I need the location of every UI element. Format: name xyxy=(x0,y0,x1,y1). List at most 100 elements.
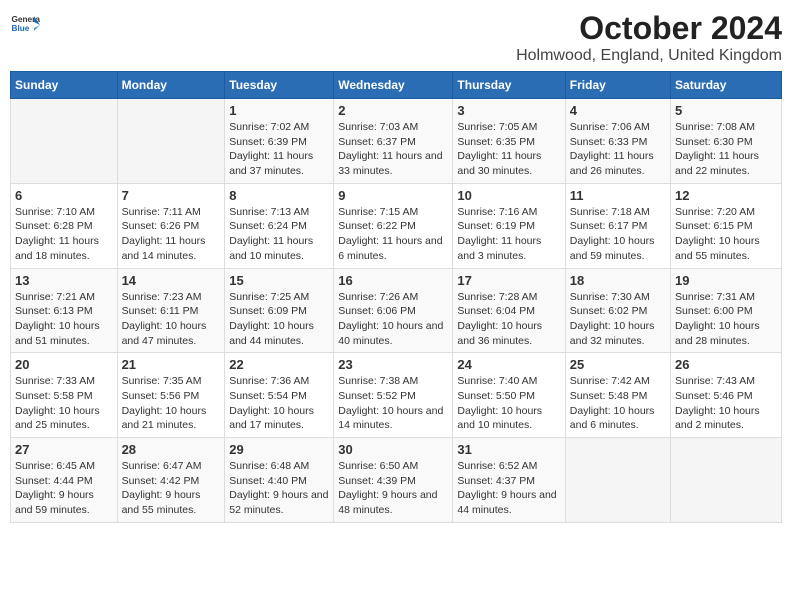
day-number: 17 xyxy=(457,273,560,288)
calendar-day: 3 Sunrise: 7:05 AMSunset: 6:35 PMDayligh… xyxy=(453,99,565,184)
day-detail: Sunrise: 7:05 AMSunset: 6:35 PMDaylight:… xyxy=(457,120,560,179)
calendar-week-1: 1 Sunrise: 7:02 AMSunset: 6:39 PMDayligh… xyxy=(11,99,782,184)
header-wednesday: Wednesday xyxy=(334,72,453,99)
calendar-day: 21 Sunrise: 7:35 AMSunset: 5:56 PMDaylig… xyxy=(117,353,225,438)
day-number: 1 xyxy=(229,103,329,118)
calendar-header: Sunday Monday Tuesday Wednesday Thursday… xyxy=(11,72,782,99)
title-area: October 2024 Holmwood, England, United K… xyxy=(516,10,782,65)
calendar-day: 12 Sunrise: 7:20 AMSunset: 6:15 PMDaylig… xyxy=(671,183,782,268)
calendar-day xyxy=(11,99,118,184)
calendar-week-2: 6 Sunrise: 7:10 AMSunset: 6:28 PMDayligh… xyxy=(11,183,782,268)
day-detail: Sunrise: 7:36 AMSunset: 5:54 PMDaylight:… xyxy=(229,374,329,433)
day-detail: Sunrise: 7:20 AMSunset: 6:15 PMDaylight:… xyxy=(675,205,777,264)
calendar-day: 7 Sunrise: 7:11 AMSunset: 6:26 PMDayligh… xyxy=(117,183,225,268)
calendar-day: 8 Sunrise: 7:13 AMSunset: 6:24 PMDayligh… xyxy=(225,183,334,268)
day-detail: Sunrise: 7:33 AMSunset: 5:58 PMDaylight:… xyxy=(15,374,113,433)
day-detail: Sunrise: 7:35 AMSunset: 5:56 PMDaylight:… xyxy=(122,374,221,433)
calendar-day: 18 Sunrise: 7:30 AMSunset: 6:02 PMDaylig… xyxy=(565,268,670,353)
day-number: 4 xyxy=(570,103,666,118)
calendar-day: 24 Sunrise: 7:40 AMSunset: 5:50 PMDaylig… xyxy=(453,353,565,438)
header-tuesday: Tuesday xyxy=(225,72,334,99)
calendar-day: 9 Sunrise: 7:15 AMSunset: 6:22 PMDayligh… xyxy=(334,183,453,268)
day-number: 22 xyxy=(229,357,329,372)
day-detail: Sunrise: 7:13 AMSunset: 6:24 PMDaylight:… xyxy=(229,205,329,264)
day-number: 9 xyxy=(338,188,448,203)
calendar-day xyxy=(117,99,225,184)
day-number: 16 xyxy=(338,273,448,288)
day-number: 7 xyxy=(122,188,221,203)
day-number: 5 xyxy=(675,103,777,118)
header-thursday: Thursday xyxy=(453,72,565,99)
header-sunday: Sunday xyxy=(11,72,118,99)
calendar-day: 17 Sunrise: 7:28 AMSunset: 6:04 PMDaylig… xyxy=(453,268,565,353)
day-number: 30 xyxy=(338,442,448,457)
calendar-day: 25 Sunrise: 7:42 AMSunset: 5:48 PMDaylig… xyxy=(565,353,670,438)
day-number: 20 xyxy=(15,357,113,372)
calendar-day: 29 Sunrise: 6:48 AMSunset: 4:40 PMDaylig… xyxy=(225,438,334,523)
calendar-day xyxy=(671,438,782,523)
calendar-day: 31 Sunrise: 6:52 AMSunset: 4:37 PMDaylig… xyxy=(453,438,565,523)
day-detail: Sunrise: 7:21 AMSunset: 6:13 PMDaylight:… xyxy=(15,290,113,349)
calendar-week-3: 13 Sunrise: 7:21 AMSunset: 6:13 PMDaylig… xyxy=(11,268,782,353)
day-detail: Sunrise: 7:38 AMSunset: 5:52 PMDaylight:… xyxy=(338,374,448,433)
header-row: Sunday Monday Tuesday Wednesday Thursday… xyxy=(11,72,782,99)
day-number: 13 xyxy=(15,273,113,288)
day-detail: Sunrise: 7:18 AMSunset: 6:17 PMDaylight:… xyxy=(570,205,666,264)
header-saturday: Saturday xyxy=(671,72,782,99)
calendar-day: 4 Sunrise: 7:06 AMSunset: 6:33 PMDayligh… xyxy=(565,99,670,184)
day-detail: Sunrise: 6:48 AMSunset: 4:40 PMDaylight:… xyxy=(229,459,329,518)
day-number: 12 xyxy=(675,188,777,203)
day-detail: Sunrise: 6:50 AMSunset: 4:39 PMDaylight:… xyxy=(338,459,448,518)
calendar-day: 22 Sunrise: 7:36 AMSunset: 5:54 PMDaylig… xyxy=(225,353,334,438)
calendar-day: 6 Sunrise: 7:10 AMSunset: 6:28 PMDayligh… xyxy=(11,183,118,268)
day-detail: Sunrise: 6:45 AMSunset: 4:44 PMDaylight:… xyxy=(15,459,113,518)
day-number: 27 xyxy=(15,442,113,457)
calendar-week-4: 20 Sunrise: 7:33 AMSunset: 5:58 PMDaylig… xyxy=(11,353,782,438)
day-detail: Sunrise: 7:15 AMSunset: 6:22 PMDaylight:… xyxy=(338,205,448,264)
day-detail: Sunrise: 6:47 AMSunset: 4:42 PMDaylight:… xyxy=(122,459,221,518)
day-detail: Sunrise: 7:10 AMSunset: 6:28 PMDaylight:… xyxy=(15,205,113,264)
svg-text:Blue: Blue xyxy=(12,24,30,33)
day-number: 14 xyxy=(122,273,221,288)
calendar-day: 10 Sunrise: 7:16 AMSunset: 6:19 PMDaylig… xyxy=(453,183,565,268)
day-number: 21 xyxy=(122,357,221,372)
day-number: 15 xyxy=(229,273,329,288)
calendar-day: 2 Sunrise: 7:03 AMSunset: 6:37 PMDayligh… xyxy=(334,99,453,184)
day-detail: Sunrise: 7:25 AMSunset: 6:09 PMDaylight:… xyxy=(229,290,329,349)
calendar-day: 16 Sunrise: 7:26 AMSunset: 6:06 PMDaylig… xyxy=(334,268,453,353)
day-number: 25 xyxy=(570,357,666,372)
header-friday: Friday xyxy=(565,72,670,99)
day-number: 29 xyxy=(229,442,329,457)
day-number: 2 xyxy=(338,103,448,118)
day-number: 10 xyxy=(457,188,560,203)
page-title: October 2024 xyxy=(516,10,782,47)
day-detail: Sunrise: 7:43 AMSunset: 5:46 PMDaylight:… xyxy=(675,374,777,433)
page-header: General Blue October 2024 Holmwood, Engl… xyxy=(10,10,782,65)
calendar-table: Sunday Monday Tuesday Wednesday Thursday… xyxy=(10,71,782,523)
day-number: 28 xyxy=(122,442,221,457)
day-detail: Sunrise: 7:28 AMSunset: 6:04 PMDaylight:… xyxy=(457,290,560,349)
day-number: 11 xyxy=(570,188,666,203)
day-detail: Sunrise: 7:03 AMSunset: 6:37 PMDaylight:… xyxy=(338,120,448,179)
calendar-day xyxy=(565,438,670,523)
calendar-day: 28 Sunrise: 6:47 AMSunset: 4:42 PMDaylig… xyxy=(117,438,225,523)
day-detail: Sunrise: 7:02 AMSunset: 6:39 PMDaylight:… xyxy=(229,120,329,179)
day-number: 26 xyxy=(675,357,777,372)
calendar-week-5: 27 Sunrise: 6:45 AMSunset: 4:44 PMDaylig… xyxy=(11,438,782,523)
day-detail: Sunrise: 7:08 AMSunset: 6:30 PMDaylight:… xyxy=(675,120,777,179)
calendar-day: 5 Sunrise: 7:08 AMSunset: 6:30 PMDayligh… xyxy=(671,99,782,184)
day-number: 8 xyxy=(229,188,329,203)
day-detail: Sunrise: 7:42 AMSunset: 5:48 PMDaylight:… xyxy=(570,374,666,433)
day-detail: Sunrise: 7:23 AMSunset: 6:11 PMDaylight:… xyxy=(122,290,221,349)
day-detail: Sunrise: 7:06 AMSunset: 6:33 PMDaylight:… xyxy=(570,120,666,179)
calendar-body: 1 Sunrise: 7:02 AMSunset: 6:39 PMDayligh… xyxy=(11,99,782,523)
day-number: 18 xyxy=(570,273,666,288)
calendar-day: 14 Sunrise: 7:23 AMSunset: 6:11 PMDaylig… xyxy=(117,268,225,353)
calendar-day: 30 Sunrise: 6:50 AMSunset: 4:39 PMDaylig… xyxy=(334,438,453,523)
day-number: 6 xyxy=(15,188,113,203)
logo: General Blue xyxy=(10,10,40,40)
calendar-day: 27 Sunrise: 6:45 AMSunset: 4:44 PMDaylig… xyxy=(11,438,118,523)
day-detail: Sunrise: 6:52 AMSunset: 4:37 PMDaylight:… xyxy=(457,459,560,518)
day-detail: Sunrise: 7:30 AMSunset: 6:02 PMDaylight:… xyxy=(570,290,666,349)
calendar-day: 23 Sunrise: 7:38 AMSunset: 5:52 PMDaylig… xyxy=(334,353,453,438)
